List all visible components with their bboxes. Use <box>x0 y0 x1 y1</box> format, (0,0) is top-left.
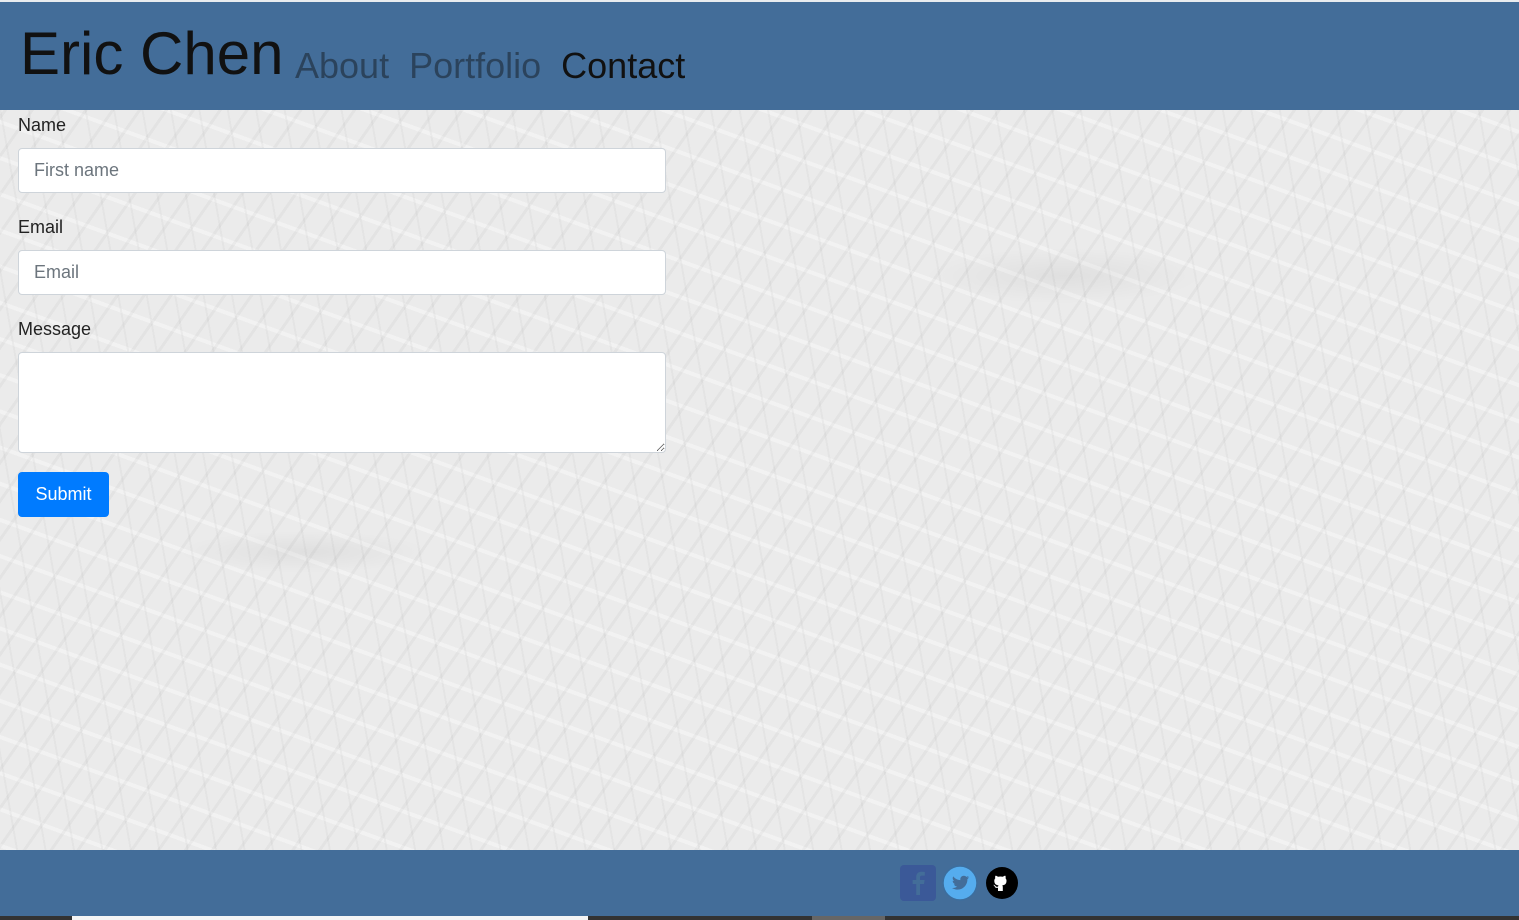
nav-item-portfolio[interactable]: Portfolio <box>409 48 541 84</box>
taskbar-strip <box>0 916 1519 920</box>
twitter-icon[interactable] <box>942 865 978 901</box>
nav-item-contact[interactable]: Contact <box>561 48 685 84</box>
name-input[interactable] <box>18 148 666 193</box>
email-label: Email <box>18 217 64 237</box>
site-header: Eric Chen About Portfolio Contact <box>0 2 1519 110</box>
contact-form: Name Email Message <box>18 113 666 458</box>
nav-item-about[interactable]: About <box>295 48 389 84</box>
name-label: Name <box>18 115 67 135</box>
submit-button[interactable]: Submit <box>18 472 109 517</box>
github-icon[interactable] <box>984 865 1020 901</box>
facebook-icon[interactable] <box>900 865 936 901</box>
message-label: Message <box>18 319 92 339</box>
brand-title[interactable]: Eric Chen <box>20 24 283 84</box>
social-links <box>900 865 1020 901</box>
message-textarea[interactable] <box>18 352 666 453</box>
main-nav: About Portfolio Contact <box>295 48 685 84</box>
site-footer <box>0 850 1519 916</box>
email-input[interactable] <box>18 250 666 295</box>
